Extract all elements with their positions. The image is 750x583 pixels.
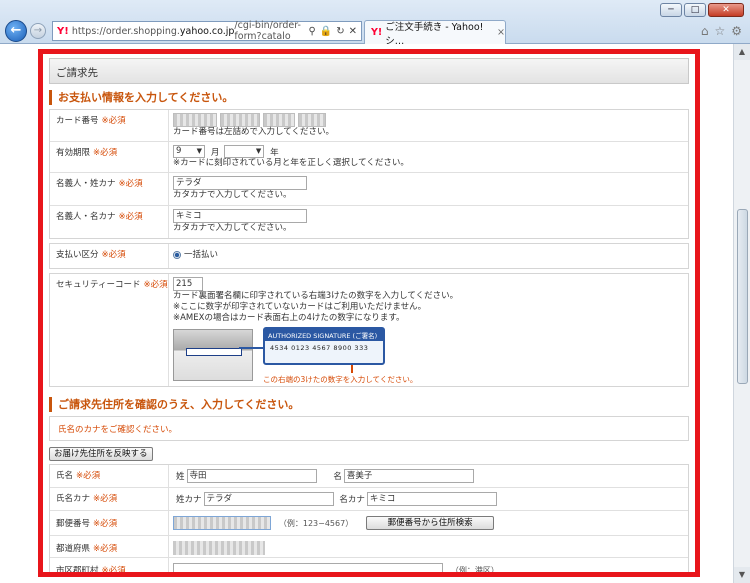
page-viewport: ご請求先 お支払い情報を入力してください。 カード番号 ※必須 カード番号は左詰め… (0, 44, 733, 583)
first-name-input[interactable]: 喜美子 (343, 469, 474, 483)
card-number-label: カード番号 ※必須 (56, 116, 126, 126)
name-kana-row: 氏名カナ ※必須 姓カナ テラダ 名カナ キミコ (50, 488, 688, 511)
url-prefix: https://order.shopping. (71, 25, 180, 37)
holder-last-row: 名義人・姓カナ ※必須 テラダ カタカナで入力してください。 (50, 173, 688, 206)
card-back-illustration: AUTHORIZED SIGNATURE (ご署名) 4534 0123 456… (173, 327, 433, 385)
security-box: セキュリティーコード ※必須 215 カード裏面署名欄に印字されている右端3けたの… (49, 273, 689, 387)
name-label: 氏名 (56, 471, 74, 481)
chevron-down-icon: ▼ (255, 147, 262, 155)
minimize-button[interactable]: ─ (660, 3, 682, 17)
address-bar[interactable]: Y! https://order.shopping. yahoo.co.jp/cg… (52, 20, 362, 42)
card-number-field-3[interactable] (262, 113, 295, 127)
holder-first-input[interactable]: キミコ (173, 209, 307, 223)
holder-last-label: 名義人・姓カナ (56, 179, 116, 189)
url-domain: yahoo.co.jp (179, 25, 235, 37)
city-label: 市区郡町村 (56, 566, 99, 576)
prefecture-label: 都道府県 (56, 544, 91, 554)
browser-right-icons: ⌂ ☆ ⚙ (701, 24, 742, 38)
billing-header: ご請求先 (49, 58, 689, 84)
signature-number: 4534 0123 4567 8900 333 (270, 344, 369, 352)
card-number-row: カード番号 ※必須 カード番号は左詰めで入力してください。 (50, 110, 688, 142)
highlight-frame: ご請求先 お支払い情報を入力してください。 カード番号 ※必須 カード番号は左詰め… (38, 49, 700, 577)
lump-sum-radio[interactable] (173, 250, 181, 259)
card-fields: カード番号 ※必須 カード番号は左詰めで入力してください。 有効期限 ※必須 9 ▼ … (49, 109, 689, 239)
chevron-down-icon: ▼ (196, 147, 202, 155)
billing-form: ご請求先 お支払い情報を入力してください。 カード番号 ※必須 カード番号は左詰め… (49, 58, 689, 576)
name-row: 氏名 ※必須 姓寺田 名喜美子 (50, 465, 688, 488)
lock-icon[interactable]: 🔒 (320, 26, 332, 37)
gear-icon[interactable]: ⚙ (731, 24, 742, 38)
address-section-title: ご請求先住所を確認のうえ、入力してください。 (49, 397, 689, 412)
search-icon[interactable]: ⚲ (308, 26, 315, 37)
holder-first-note: カタカナで入力してください。 (173, 223, 292, 233)
tab-close-icon[interactable]: × (497, 27, 505, 38)
security-note-2: ※ここに数字が印字されていないカードはご利用いただけません。 (173, 302, 427, 312)
security-label: セキュリティーコード (56, 280, 141, 290)
lump-sum-label: 一括払い (184, 250, 219, 260)
scroll-up-icon[interactable]: ▲ (734, 44, 750, 60)
holder-first-row: 名義人・名カナ ※必須 キミコ カタカナで入力してください。 (50, 206, 688, 238)
kana-notice: 氏名のカナをご確認ください。 (49, 416, 689, 441)
security-note-3: ※AMEXの場合はカード表面右上の4けたの数字になります。 (173, 313, 405, 323)
card-number-field-4[interactable] (297, 113, 326, 127)
vertical-scrollbar[interactable]: ▲ ▼ (733, 44, 750, 583)
window-controls: ─ □ ✕ (660, 3, 744, 17)
card-photo (173, 329, 253, 381)
card-number-field-1[interactable] (173, 113, 217, 127)
holder-first-label: 名義人・名カナ (56, 212, 116, 222)
expiry-year-select[interactable]: ▼ (224, 145, 265, 158)
payment-type-box: 支払い区分 ※必須 一括払い (49, 243, 689, 269)
holder-last-note: カタカナで入力してください。 (173, 190, 292, 200)
back-arrow-icon[interactable]: ← (5, 20, 27, 42)
name-kana-label: 氏名カナ (56, 494, 91, 504)
card-number-field-2[interactable] (219, 113, 260, 127)
last-name-input[interactable]: 寺田 (186, 469, 317, 483)
expiry-row: 有効期限 ※必須 9 ▼ 月 ▼ 年 ※カードに刻印されている月と年を正しく選択して… (50, 142, 688, 173)
copy-delivery-address-button[interactable]: お届け先住所を反映する (49, 447, 153, 461)
maximize-button[interactable]: □ (684, 3, 706, 17)
prefecture-select[interactable] (173, 541, 265, 555)
card-image-note: この右端の3けたの数字を入力してください。 (263, 375, 418, 384)
stop-icon[interactable]: ✕ (349, 26, 357, 37)
prefecture-row: 都道府県 ※必須 (50, 536, 688, 558)
payment-type-row: 支払い区分 ※必須 一括払い (50, 244, 688, 268)
yahoo-favicon-icon: Y! (371, 27, 383, 38)
yahoo-favicon-icon: Y! (57, 25, 69, 37)
signature-caption: AUTHORIZED SIGNATURE (ご署名) (265, 329, 383, 341)
holder-last-input[interactable]: テラダ (173, 176, 307, 190)
tab-order[interactable]: Y! ご注文手続き - Yahoo!シ… × (364, 20, 506, 47)
card-number-note: カード番号は左詰めで入力してください。 (173, 127, 334, 137)
signature-panel: AUTHORIZED SIGNATURE (ご署名) 4534 0123 456… (263, 327, 385, 365)
first-name-kana-input[interactable]: キミコ (366, 492, 497, 506)
forward-arrow-icon[interactable]: → (30, 23, 46, 39)
postal-label: 郵便番号 (56, 519, 91, 529)
security-note-1: カード裏面署名欄に印字されている右端3けたの数字を入力してください。 (173, 291, 459, 301)
favorites-star-icon[interactable]: ☆ (714, 24, 725, 38)
postal-hint: （例：123−4567） (278, 518, 354, 528)
url-path: /cgi-bin/order-form?catalo (234, 20, 301, 42)
security-code-input[interactable]: 215 (173, 277, 203, 291)
payment-type-label: 支払い区分 (56, 250, 99, 260)
last-name-kana-input[interactable]: テラダ (203, 492, 334, 506)
address-fields: 氏名 ※必須 姓寺田 名喜美子 氏名カナ ※必須 姓カナ テラダ 名カナ キミコ 郵便番… (49, 464, 689, 576)
expiry-note: ※カードに刻印されている月と年を正しく選択してください。 (173, 158, 409, 168)
tab-title: ご注文手続き - Yahoo!シ… (385, 21, 484, 47)
postal-row: 郵便番号 ※必須 （例：123−4567） 郵便番号から住所検索 (50, 511, 688, 536)
postal-code-input[interactable] (173, 516, 271, 530)
security-row: セキュリティーコード ※必須 215 カード裏面署名欄に印字されている右端3けたの… (50, 274, 688, 386)
city-hint: （例：港区） (450, 565, 499, 575)
expiry-month-select[interactable]: 9 ▼ (173, 145, 205, 158)
scroll-down-icon[interactable]: ▼ (734, 567, 750, 583)
payment-section-title: お支払い情報を入力してください。 (49, 90, 689, 105)
home-icon[interactable]: ⌂ (701, 24, 709, 38)
city-input[interactable] (173, 563, 443, 572)
browser-toolbar: ─ □ ✕ ← → Y! https://order.shopping. yaho… (0, 0, 750, 47)
city-row: 市区郡町村 ※必須 （例：港区） (50, 558, 688, 576)
refresh-icon[interactable]: ↻ (336, 26, 344, 37)
close-window-button[interactable]: ✕ (708, 3, 744, 17)
postal-search-button[interactable]: 郵便番号から住所検索 (366, 516, 495, 530)
scroll-thumb[interactable] (737, 209, 748, 384)
expiry-label: 有効期限 (56, 148, 91, 158)
